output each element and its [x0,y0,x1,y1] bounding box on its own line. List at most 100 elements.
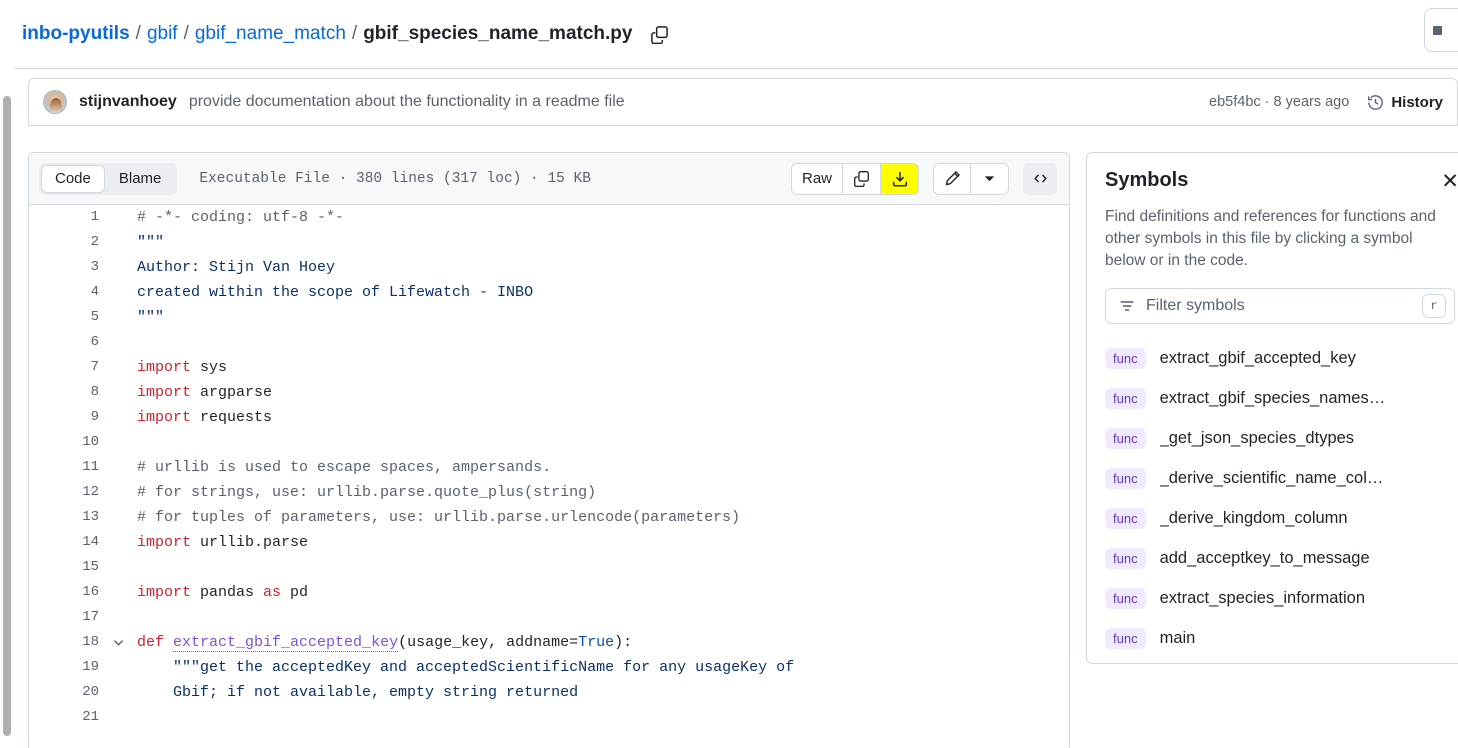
avatar[interactable] [43,90,67,114]
code-token: import [137,359,192,376]
code-line: 12 # for strings, use: urllib.parse.quote… [29,480,1069,505]
toggle-symbols-panel-button[interactable] [1023,162,1057,195]
breadcrumb: inbo-pyutils / gbif / gbif_name_match / … [22,16,669,52]
code-line: 11 # urllib is used to escape spaces, amp… [29,455,1069,480]
line-number[interactable]: 20 [29,680,105,705]
code-blame-tabs: Code Blame [39,162,178,195]
file-viewer: Code Blame Executable File · 380 lines (… [28,152,1070,748]
line-number[interactable]: 5 [29,305,105,330]
line-number[interactable]: 4 [29,280,105,305]
code-line: 20 Gbif; if not available, empty string … [29,680,1069,705]
history-button[interactable]: History [1367,94,1443,111]
symbol-kind-badge: func [1105,627,1146,649]
code-content[interactable]: 1 # -*- coding: utf-8 -*- 2 """ 3 Author: Sti… [29,205,1069,748]
pencil-icon [945,171,960,186]
line-number[interactable]: 19 [29,655,105,680]
copy-path-icon[interactable] [650,25,669,44]
code-line: 5 """ [29,305,1069,330]
filter-icon [1120,301,1134,311]
code-line-text [131,555,146,580]
filter-shortcut-badge: r [1422,294,1446,318]
breadcrumb-separator: / [183,23,189,44]
code-token: True [578,634,615,651]
code-line: 15 [29,555,1069,580]
edit-dropdown-button[interactable] [971,162,1009,195]
line-number[interactable]: 17 [29,605,105,630]
code-line-text: Author: Stijn Van Hoey [131,255,335,280]
line-number[interactable]: 15 [29,555,105,580]
code-line: 19 """get the acceptedKey and acceptedSc… [29,655,1069,680]
symbol-list-item[interactable]: func _derive_scientific_name_col… [1105,458,1458,498]
code-line: 8 import argparse [29,380,1069,405]
code-token: import [137,584,192,601]
symbol-name: _get_json_species_dtypes [1159,428,1355,447]
close-icon[interactable]: ✕ [1435,169,1458,194]
code-token[interactable]: extract_gbif_accepted_key [173,634,399,652]
commit-author[interactable]: stijnvanhoey [79,93,177,111]
symbol-list-item[interactable]: func extract_gbif_species_names… [1105,378,1458,418]
line-number[interactable]: 12 [29,480,105,505]
symbol-list-item[interactable]: func _derive_kingdom_column [1105,498,1458,538]
breadcrumb-repo[interactable]: inbo-pyutils [22,23,130,45]
line-number[interactable]: 3 [29,255,105,280]
code-line-text: # for strings, use: urllib.parse.quote_p… [131,480,596,505]
line-number[interactable]: 2 [29,230,105,255]
edit-file-button[interactable] [933,162,971,195]
line-number[interactable]: 7 [29,355,105,380]
code-line: 9 import requests [29,405,1069,430]
code-line-text: # -*- coding: utf-8 -*- [131,205,344,230]
commit-sha[interactable]: eb5f4bc [1209,94,1261,110]
symbol-name: extract_gbif_species_names… [1159,388,1386,407]
chevron-down-icon[interactable] [105,630,131,655]
page-scrollbar-thumb[interactable] [3,96,11,736]
line-number[interactable]: 18 [29,630,105,655]
commit-message[interactable]: provide documentation about the function… [189,93,625,111]
code-line-text: import urllib.parse [131,530,308,555]
code-token: requests [191,409,273,426]
raw-button[interactable]: Raw [790,162,843,195]
line-number[interactable]: 9 [29,405,105,430]
code-token: # for strings, use: urllib.parse.quote_p… [137,484,597,501]
symbols-panel-header: Symbols ✕ [1105,169,1458,194]
filter-symbols-field[interactable]: Filter symbols r [1105,288,1455,324]
symbol-list-item[interactable]: func add_acceptkey_to_message [1105,538,1458,578]
symbol-list-item[interactable]: func _get_json_species_dtypes [1105,418,1458,458]
code-token: created within the scope of Lifewatch - … [137,284,534,301]
code-token: def [137,634,165,651]
code-line: 2 """ [29,230,1069,255]
tab-blame[interactable]: Blame [105,165,176,193]
code-line-text: # urllib is used to escape spaces, amper… [131,455,551,480]
code-token: import [137,534,192,551]
line-number[interactable]: 8 [29,380,105,405]
symbol-list-item[interactable]: func extract_species_information [1105,578,1458,618]
breadcrumb-dir-gbif[interactable]: gbif [147,23,178,45]
page-scrollbar[interactable] [0,0,14,748]
line-number[interactable]: 1 [29,205,105,230]
download-raw-button[interactable] [881,162,919,195]
symbol-name: main [1159,628,1196,647]
file-metadata: Executable File · 380 lines (317 loc) · … [199,170,591,187]
line-number[interactable]: 11 [29,455,105,480]
symbol-list-item[interactable]: func main [1105,618,1458,658]
copy-raw-button[interactable] [843,162,881,195]
code-token: argparse [191,384,273,401]
line-number[interactable]: 16 [29,580,105,605]
code-token: Gbif; if not available, empty string ret… [137,684,579,701]
code-token: # urllib is used to escape spaces, amper… [137,459,552,476]
line-number[interactable]: 21 [29,705,105,730]
line-number[interactable]: 13 [29,505,105,530]
code-line: 6 [29,330,1069,355]
breadcrumb-dir-gbif-name-match[interactable]: gbif_name_match [195,23,346,45]
commit-sha-separator: · [1260,94,1274,110]
code-line-text: """get the acceptedKey and acceptedScien… [131,655,794,680]
line-number[interactable]: 10 [29,430,105,455]
symbol-list-item[interactable]: func extract_gbif_accepted_key [1105,338,1458,378]
code-token: sys [191,359,228,376]
code-token: """ [137,234,165,251]
code-line: 13 # for tuples of parameters, use: urlli… [29,505,1069,530]
overflow-menu-button[interactable] [1424,8,1458,52]
line-number[interactable]: 6 [29,330,105,355]
line-number[interactable]: 14 [29,530,105,555]
tab-code[interactable]: Code [41,164,105,193]
